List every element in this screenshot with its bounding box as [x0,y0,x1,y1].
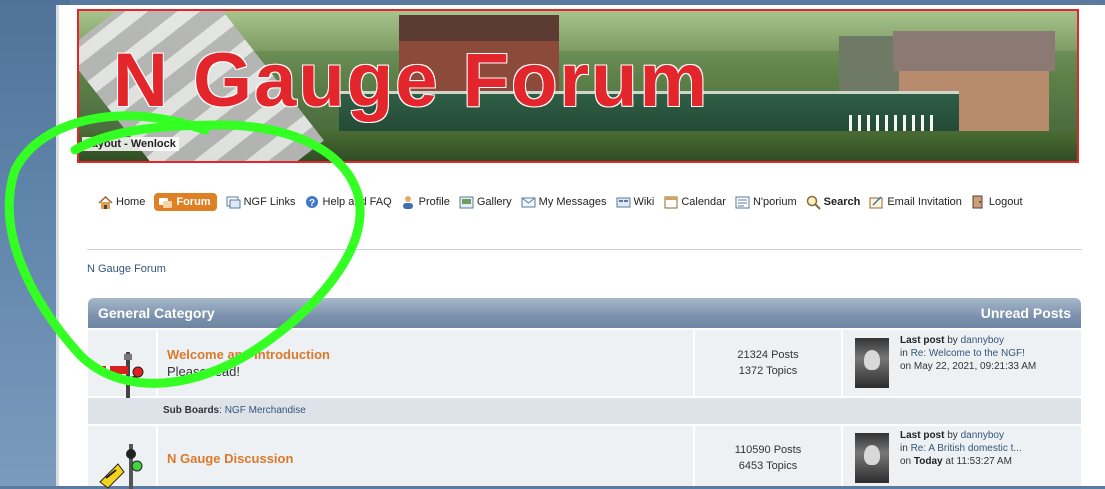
board-icon-cell [88,330,158,402]
profile-icon [401,195,416,209]
board-title-welcome[interactable]: Welcome and Introduction [167,347,330,362]
posts-count: 21324 Posts [737,349,799,361]
nav-item-help[interactable]: ? Help and FAQ [305,195,392,209]
nav-item-wiki[interactable]: Wiki [616,195,655,209]
forum-icon [158,195,173,209]
in-text: in [900,443,908,454]
messages-icon [521,195,536,209]
main-nav: Home Forum NGF Links ? Help and FAQ Prof… [98,193,1032,211]
nav-item-home[interactable]: Home [98,195,145,209]
search-icon [806,195,821,210]
nav-label-home: Home [116,196,146,208]
wiki-icon [616,195,631,209]
last-post-label: Last post [900,430,945,441]
nav-item-ngf-links[interactable]: NGF Links [226,195,296,209]
nav-item-email-invitation[interactable]: Email Invitation [869,195,962,209]
breadcrumb[interactable]: N Gauge Forum [87,263,166,275]
last-post-author[interactable]: dannyboy [961,430,1004,441]
by-text: by [947,430,958,441]
email-icon [869,195,884,209]
nav-item-forum[interactable]: Forum [154,193,217,211]
last-post-cell: Last post by dannyboy in Re: A British d… [843,426,1081,486]
nav-label-nporium: N'porium [752,196,797,208]
nav-label-forum: Forum [176,196,211,208]
board-info-cell: Welcome and Introduction Please read! [158,330,695,396]
nav-item-my-messages[interactable]: My Messages [521,195,607,209]
sub-boards-row: Sub Boards: NGF Merchandise [88,398,1081,424]
last-post-topic[interactable]: Re: A British domestic t... [911,443,1022,454]
board-icon-cell [88,426,158,489]
nav-label-search: Search [823,196,861,208]
nav-item-calendar[interactable]: Calendar [663,195,726,209]
nav-label-email-invitation: Email Invitation [887,196,962,208]
topics-count: 1372 Topics [738,365,798,377]
last-post-info: Last post by dannyboy in Re: Welcome to … [900,334,1036,373]
posts-count: 110590 Posts [734,444,802,456]
category-header: General Category Unread Posts [88,298,1081,328]
nav-item-search[interactable]: Search [806,195,861,210]
sub-boards-label: Sub Boards [163,405,220,416]
nav-label-profile: Profile [418,196,450,208]
board-title-ngauge-discussion[interactable]: N Gauge Discussion [167,451,293,466]
avatar[interactable] [855,338,889,388]
nav-label-logout: Logout [988,196,1023,208]
sub-board-ngf-merchandise[interactable]: NGF Merchandise [225,405,306,416]
banner-caption: Layout - Wenlock [82,137,179,151]
links-icon [226,195,241,209]
by-text: by [947,335,958,346]
last-post-date: on May 22, 2021, 09:21:33 AM [900,361,1037,372]
nav-label-wiki: Wiki [633,196,655,208]
avatar[interactable] [855,433,889,483]
last-post-author[interactable]: dannyboy [961,335,1004,346]
board-stats: 110590 Posts 6453 Topics [695,426,843,486]
board-description: Please read! [167,364,240,379]
last-post-date: on Today at 11:53:27 AM [900,456,1012,467]
last-post-topic[interactable]: Re: Welcome to the NGF! [911,348,1025,359]
last-post-label: Last post [900,335,945,346]
nav-divider [87,249,1082,250]
logout-icon [971,195,986,209]
nporium-icon [735,195,750,209]
nav-label-my-messages: My Messages [538,196,607,208]
signal-icon [99,444,143,489]
help-icon: ? [305,195,320,209]
nav-label-ngf-links: NGF Links [243,196,296,208]
calendar-icon [663,195,678,209]
board-stats: 21324 Posts 1372 Topics [695,330,843,396]
svg-text:?: ? [309,198,315,209]
sub-boards-sep: : [219,405,222,416]
nav-item-gallery[interactable]: Gallery [459,195,512,209]
signal-icon [98,352,144,402]
last-post-cell: Last post by dannyboy in Re: Welcome to … [843,330,1081,396]
board-row-welcome: Welcome and Introduction Please read! 21… [88,330,1081,402]
category-title[interactable]: General Category [98,305,215,321]
home-icon [98,195,113,209]
banner-title: N Gauge Forum [113,38,710,123]
gallery-icon [459,195,474,209]
nav-item-nporium[interactable]: N'porium [735,195,797,209]
nav-label-calendar: Calendar [681,196,726,208]
nav-item-profile[interactable]: Profile [401,195,450,209]
last-post-info: Last post by dannyboy in Re: A British d… [900,429,1022,468]
in-text: in [900,348,908,359]
nav-label-help: Help and FAQ [322,196,392,208]
board-row-ngauge-discussion: N Gauge Discussion 110590 Posts 6453 Top… [88,426,1081,489]
unread-posts-link[interactable]: Unread Posts [981,305,1071,321]
nav-label-gallery: Gallery [476,196,512,208]
forum-banner[interactable]: N Gauge Forum Layout - Wenlock [77,9,1079,163]
topics-count: 6453 Topics [738,460,798,472]
nav-item-logout[interactable]: Logout [971,195,1023,209]
board-info-cell: N Gauge Discussion [158,426,695,486]
